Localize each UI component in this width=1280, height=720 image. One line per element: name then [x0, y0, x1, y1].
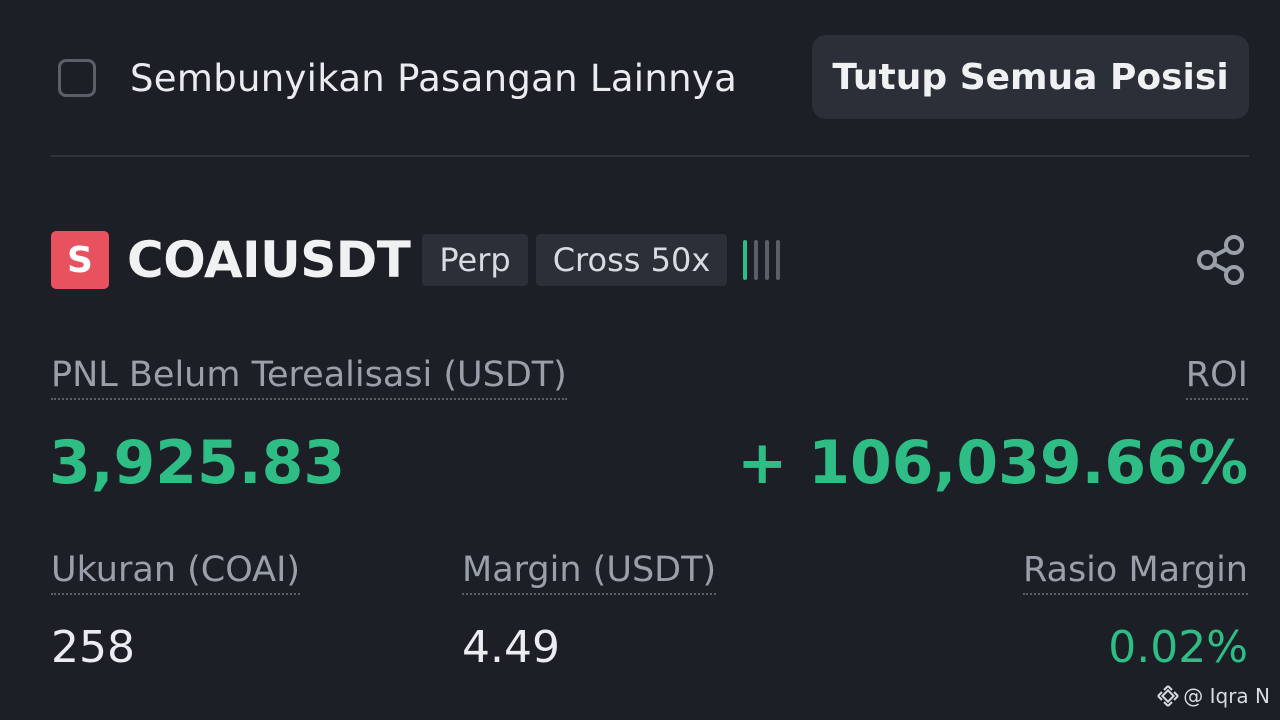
binance-logo-icon — [1157, 685, 1179, 707]
risk-bar — [754, 240, 759, 280]
coin-icon: S — [51, 231, 109, 289]
divider — [51, 155, 1249, 157]
margin-mode-leverage-tag[interactable]: Cross 50x — [535, 234, 728, 286]
margin-value: 4.49 — [462, 622, 560, 673]
hide-other-pairs-label: Sembunyikan Pasangan Lainnya — [130, 56, 738, 100]
risk-bar — [776, 240, 781, 280]
share-icon[interactable] — [1195, 234, 1247, 286]
positions-panel: Sembunyikan Pasangan Lainnya Tutup Semua… — [0, 0, 1280, 720]
risk-bar — [743, 240, 748, 280]
size-value: 258 — [51, 622, 135, 673]
roi-label[interactable]: ROI — [1185, 355, 1248, 400]
contract-type-tag: Perp — [422, 234, 528, 286]
hide-other-pairs-checkbox[interactable] — [58, 59, 96, 97]
position-header: S COAIUSDT Perp Cross 50x — [51, 230, 781, 290]
risk-level-indicator — [743, 238, 781, 282]
roi-value: + 106,039.66% — [737, 428, 1248, 498]
risk-bar — [765, 240, 770, 280]
watermark-text: @ Iqra N — [1183, 684, 1270, 708]
margin-ratio-label[interactable]: Rasio Margin — [1022, 550, 1248, 595]
margin-ratio-value: 0.02% — [1108, 622, 1248, 673]
symbol-name[interactable]: COAIUSDT — [127, 231, 411, 289]
close-all-positions-button[interactable]: Tutup Semua Posisi — [812, 35, 1249, 119]
unrealized-pnl-label[interactable]: PNL Belum Terealisasi (USDT) — [51, 355, 567, 400]
size-label[interactable]: Ukuran (COAI) — [51, 550, 301, 595]
hide-other-pairs-toggle[interactable]: Sembunyikan Pasangan Lainnya — [58, 56, 737, 100]
unrealized-pnl-value: 3,925.83 — [49, 428, 346, 498]
watermark: @ Iqra N — [1157, 684, 1270, 708]
margin-label[interactable]: Margin (USDT) — [462, 550, 717, 595]
